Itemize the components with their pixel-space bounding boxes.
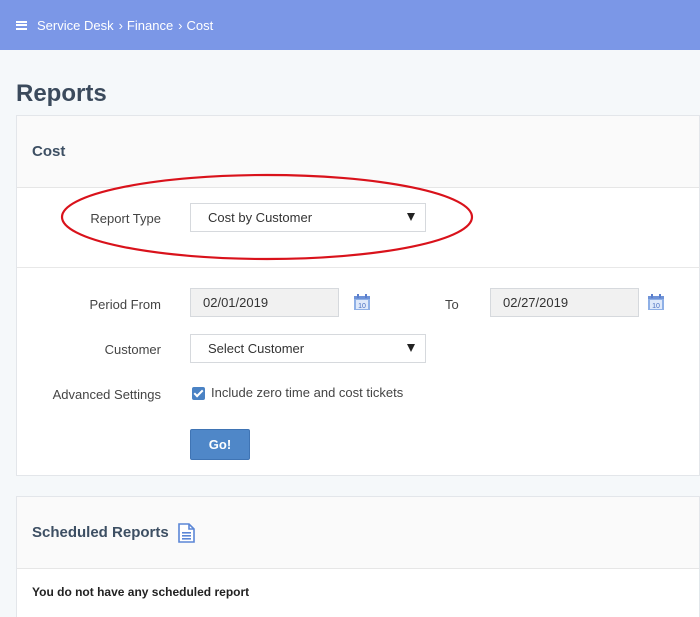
period-from-input[interactable]: 02/01/2019 [190, 288, 339, 317]
breadcrumb-service-desk[interactable]: Service Desk [37, 18, 114, 33]
hamburger-icon[interactable] [16, 20, 27, 30]
scheduled-reports-panel: Scheduled Reports You do not have any sc… [16, 496, 700, 617]
cost-panel-title: Cost [17, 116, 699, 188]
customer-value: Select Customer [208, 341, 305, 356]
report-type-label: Report Type [90, 211, 161, 226]
include-zero-label[interactable]: Include zero time and cost tickets [211, 385, 403, 400]
calendar-icon[interactable]: 10 [647, 293, 665, 311]
report-type-value: Cost by Customer [208, 210, 313, 225]
period-from-label: Period From [89, 297, 161, 312]
include-zero-checkbox[interactable] [192, 387, 205, 400]
top-bar: Service Desk › Finance › Cost [0, 0, 700, 50]
period-to-value: 02/27/2019 [503, 295, 569, 310]
calendar-day: 10 [358, 303, 366, 310]
cost-panel: Cost Report Type Cost by Customer Period… [16, 115, 700, 476]
period-to-input[interactable]: 02/27/2019 [490, 288, 639, 317]
go-button[interactable]: Go! [190, 429, 250, 460]
document-icon[interactable] [176, 522, 196, 543]
period-from-value: 02/01/2019 [203, 295, 269, 310]
scheduled-reports-empty-message: You do not have any scheduled report [32, 585, 250, 599]
calendar-icon[interactable]: 10 [353, 293, 371, 311]
customer-label: Customer [104, 342, 161, 357]
advanced-settings-label: Advanced Settings [52, 387, 161, 402]
breadcrumb-separator: › [178, 17, 183, 33]
caret-down-icon [407, 213, 415, 221]
breadcrumb-separator: › [118, 17, 123, 33]
customer-select[interactable]: Select Customer [190, 334, 426, 363]
scheduled-reports-title: Scheduled Reports [32, 524, 169, 541]
breadcrumb-cost: Cost [186, 17, 214, 33]
report-type-select[interactable]: Cost by Customer [190, 203, 426, 232]
period-to-label: To [445, 297, 459, 312]
calendar-day: 10 [652, 303, 660, 310]
page-title: Reports [16, 80, 107, 107]
scheduled-reports-header: Scheduled Reports [17, 497, 699, 569]
breadcrumb-finance[interactable]: Finance [127, 18, 173, 33]
caret-down-icon [407, 344, 415, 352]
section-divider [17, 267, 700, 268]
